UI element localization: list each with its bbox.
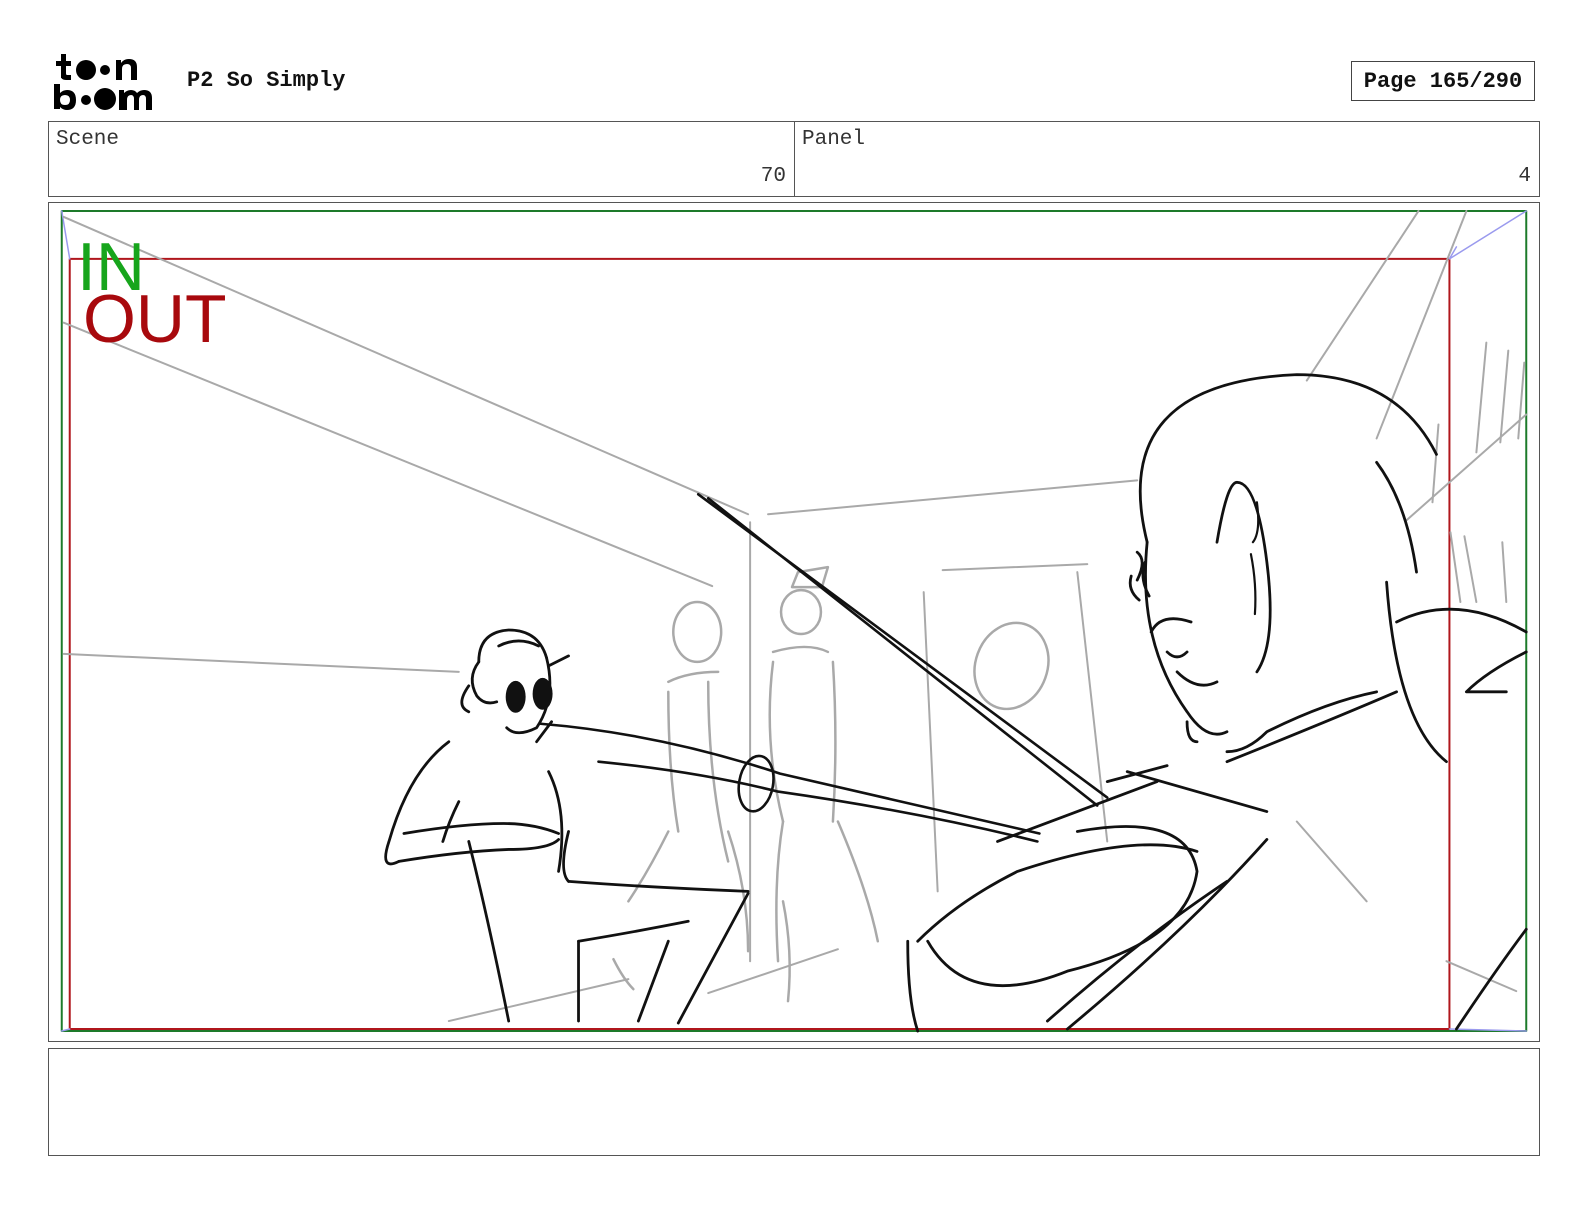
scene-label: Scene (56, 128, 120, 151)
scene-number: 70 (760, 165, 786, 188)
out-frame-border (68, 257, 1451, 1031)
panel-notes (48, 1048, 1540, 1156)
in-frame-border (60, 209, 1528, 1033)
panel-number: 4 (1518, 165, 1531, 188)
storyboard-sketch (60, 209, 1528, 1033)
panel-label: Panel (802, 128, 866, 151)
scene-panel-info: Scene 70 Panel 4 (48, 121, 1540, 197)
scene-cell: Scene 70 (49, 122, 795, 196)
storyboard-frame: IN OUT (48, 202, 1540, 1042)
panel-cell: Panel 4 (795, 122, 1539, 196)
page-indicator: Page 165/290 (1351, 61, 1535, 101)
out-frame-label: OUT (83, 281, 227, 357)
toon-boom-logo (54, 54, 152, 110)
project-title: P2 So Simply (187, 68, 346, 93)
